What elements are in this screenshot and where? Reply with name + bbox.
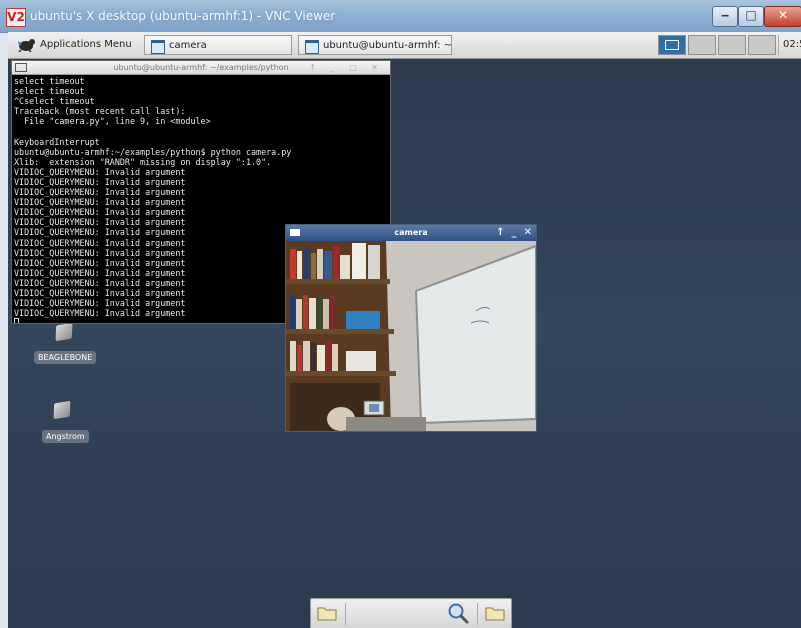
camera-title-bar[interactable]: camera ↑ _ ✕ <box>286 225 536 241</box>
terminal-line: KeyboardInterrupt <box>14 136 100 147</box>
terminal-line: Xlib: extension "RANDR" missing on displ… <box>14 156 272 167</box>
window-icon <box>151 40 165 54</box>
remote-desktop[interactable]: Applications Menu camera ubuntu@ubuntu-a… <box>8 32 801 628</box>
terminal-cursor <box>14 318 19 323</box>
close-icon: ✕ <box>777 8 789 22</box>
camera-feed <box>286 241 536 431</box>
minimize-icon: ‒ <box>720 8 730 22</box>
vnc-title-bar: V2 ubuntu's X desktop (ubuntu-armhf:1) -… <box>0 0 801 33</box>
window-thumbnail-icon <box>665 40 679 50</box>
minimize-button[interactable]: ‒ <box>712 6 738 27</box>
taskbar-item-label: camera <box>169 40 207 51</box>
drive-icon <box>55 322 73 342</box>
taskbar-item-camera[interactable]: camera <box>144 35 292 55</box>
search-icon[interactable] <box>447 602 469 624</box>
bottom-dock <box>310 598 512 628</box>
workspace-3[interactable] <box>718 35 746 55</box>
terminal-line: select timeout <box>14 76 85 86</box>
dock-separator <box>477 603 478 625</box>
workspace-2[interactable] <box>688 35 716 55</box>
terminal-line: VIDIOC_QUERYMENU: Invalid argument <box>14 187 186 198</box>
drive-icon <box>53 400 71 420</box>
dock-separator <box>345 603 346 625</box>
desktop-icon-label: BEAGLEBONE <box>34 351 97 364</box>
taskbar-item-terminal[interactable]: ubuntu@ubuntu-armhf: ~/exam... <box>298 35 452 55</box>
workspace-1[interactable] <box>658 35 686 55</box>
workspace-switcher <box>658 35 778 55</box>
vnc-logo-icon: V2 <box>6 8 26 27</box>
vnc-window-title: ubuntu's X desktop (ubuntu-armhf:1) - VN… <box>30 9 336 23</box>
close-button[interactable]: ✕ <box>764 6 801 27</box>
applications-menu-button[interactable]: Applications Menu <box>10 35 136 55</box>
workspace-4[interactable] <box>748 35 776 55</box>
panel-clock[interactable]: 02:51 <box>778 35 801 55</box>
desktop-icon-label: Angstrom <box>42 430 89 443</box>
terminal-line: File "camera.py", line 9, in <module> <box>14 116 211 127</box>
maximize-button[interactable]: □ <box>738 6 764 27</box>
applications-menu-label: Applications Menu <box>40 39 132 50</box>
window-icon <box>305 40 319 54</box>
taskbar-item-label: ubuntu@ubuntu-armhf: ~/exam... <box>323 40 452 51</box>
top-panel: Applications Menu camera ubuntu@ubuntu-a… <box>8 32 801 59</box>
close-button[interactable]: ✕ <box>524 227 532 238</box>
terminal-line: VIDIOC_QUERYMENU: Invalid argument <box>14 197 186 208</box>
camera-window-controls: ↑ _ ✕ <box>489 225 532 241</box>
terminal-line: VIDIOC_QUERYMENU: Invalid argument <box>14 166 186 177</box>
terminal-line: select timeout <box>14 86 85 97</box>
terminal-window-controls[interactable]: ↑ _ □ ✕ <box>309 61 384 74</box>
terminal-line: ^Cselect timeout <box>14 96 95 107</box>
folder-icon[interactable] <box>317 605 337 621</box>
folder-icon[interactable] <box>485 605 505 621</box>
xfce-mouse-icon <box>18 39 35 52</box>
minimize-button[interactable]: _ <box>512 227 517 238</box>
terminal-line: VIDIOC_QUERYMENU: Invalid argument <box>14 176 186 187</box>
terminal-line: Traceback (most recent call last): <box>14 106 186 117</box>
camera-window[interactable]: camera ↑ _ ✕ <box>285 224 537 432</box>
terminal-title-bar[interactable]: ubuntu@ubuntu-armhf: ~/examples/python ↑… <box>12 61 390 75</box>
maximize-icon: □ <box>745 8 757 22</box>
roll-up-button[interactable]: ↑ <box>496 227 504 238</box>
terminal-line: VIDIOC_QUERYMENU: Invalid argument <box>14 207 186 218</box>
terminal-line: ubuntu@ubuntu-armhf:~/examples/python$ p… <box>14 146 292 157</box>
